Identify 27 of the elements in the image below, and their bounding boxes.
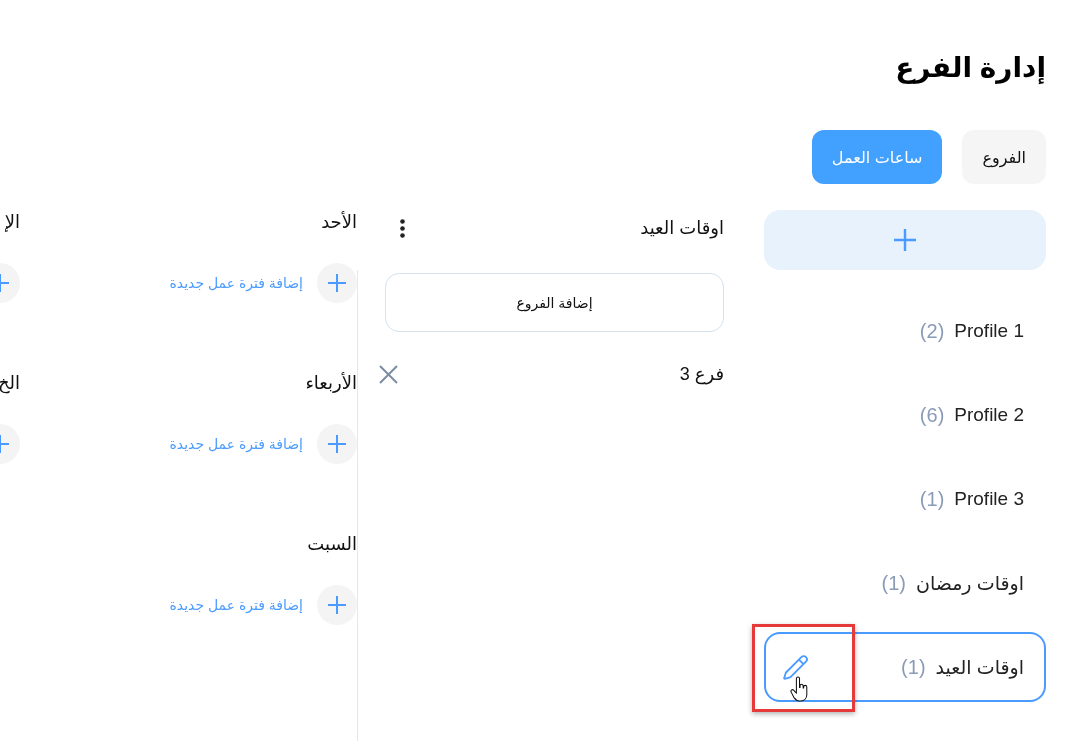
page-title: إدارة الفرع	[895, 51, 1046, 86]
profile-count: (1)	[919, 487, 945, 511]
kebab-menu-icon[interactable]	[400, 218, 405, 238]
profile-count: (1)	[901, 655, 926, 679]
profile-count: (2)	[919, 319, 945, 343]
day-name: الأربعاء	[305, 371, 357, 395]
add-branches-button[interactable]: إضافة الفروع	[385, 273, 724, 332]
pencil-icon[interactable]	[783, 654, 808, 680]
profile-count: (6)	[919, 403, 945, 427]
plus-icon	[328, 435, 346, 453]
plus-icon	[328, 596, 346, 614]
add-period-button[interactable]	[317, 424, 357, 464]
day-name: الإ	[4, 211, 20, 234]
profile-name: اوقات العيد	[935, 655, 1024, 679]
plus-icon	[328, 274, 346, 292]
plus-icon	[894, 229, 916, 251]
profile-name: اوقات رمضان	[915, 571, 1024, 595]
add-period-button[interactable]	[317, 263, 357, 303]
day-name: الخ	[0, 372, 20, 395]
day-name: الأحد	[321, 210, 357, 234]
panel-title: اوقات العيد	[640, 217, 724, 239]
add-period-button[interactable]	[317, 585, 357, 625]
tab[interactable]: الفروع	[962, 130, 1046, 184]
profile-count: (1)	[881, 571, 906, 595]
branch-name: فرع 3	[679, 363, 724, 385]
close-icon[interactable]	[379, 364, 398, 384]
day-name: السبت	[307, 533, 357, 556]
